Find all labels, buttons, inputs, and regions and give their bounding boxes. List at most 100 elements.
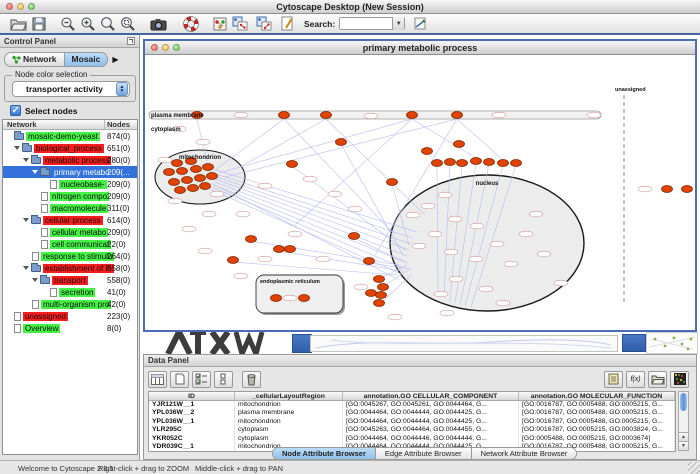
notes-icon[interactable] xyxy=(604,371,623,388)
graph-annotation-node[interactable] xyxy=(554,280,568,286)
zoom-fit-icon[interactable] xyxy=(100,15,116,32)
search-options-icon[interactable] xyxy=(413,15,427,32)
graph-annotation-node[interactable] xyxy=(412,243,426,249)
table-row[interactable]: YPL036W__2plasma membrane[GO:0044464, GO… xyxy=(149,409,675,417)
edit-network-2-icon[interactable] xyxy=(256,15,272,32)
graph-node[interactable] xyxy=(274,246,285,253)
graph-annotation-node[interactable] xyxy=(638,186,652,192)
table-row[interactable]: YKR052Ccytoplasm[GO:0044464, GO:0044446,… xyxy=(149,435,675,443)
graph-annotation-node[interactable] xyxy=(537,251,551,257)
frame-minimize-icon[interactable] xyxy=(162,44,169,51)
graph-node[interactable] xyxy=(387,179,398,186)
table-row[interactable]: YJR121W__1mitochondrion[GO:0045267, GO:0… xyxy=(149,401,675,409)
graph-edge[interactable] xyxy=(215,182,407,256)
zoom-in-icon[interactable] xyxy=(80,15,96,32)
graph-node[interactable] xyxy=(246,236,257,243)
attribute-checkbox-icon[interactable] xyxy=(214,371,233,388)
tab-overflow-arrow-icon[interactable]: ▶ xyxy=(112,55,118,64)
graph-node[interactable] xyxy=(228,257,239,264)
graph-node[interactable] xyxy=(376,292,387,299)
graph-node[interactable] xyxy=(164,169,175,176)
graph-annotation-node[interactable] xyxy=(196,139,210,145)
attr-table-header[interactable]: ID_cellularLayoutRegionannotation.GO CEL… xyxy=(149,392,675,401)
float-panel-icon[interactable] xyxy=(127,37,135,45)
graph-node[interactable] xyxy=(175,187,186,194)
expander-icon[interactable] xyxy=(23,158,29,162)
graph-annotation-node[interactable] xyxy=(440,310,454,316)
graph-annotation-node[interactable] xyxy=(158,157,172,163)
graph-node[interactable] xyxy=(195,175,206,182)
network-frame[interactable]: primary metabolic process plasma membran… xyxy=(143,39,697,332)
tree-row[interactable]: multi-organism pro42(0) xyxy=(3,298,137,310)
graph-node[interactable] xyxy=(378,284,389,291)
graph-edge[interactable] xyxy=(240,119,326,167)
search-input[interactable] xyxy=(340,18,392,29)
edit-network-1-icon[interactable] xyxy=(232,15,248,32)
graph-annotation-node[interactable] xyxy=(303,176,317,182)
frame-maximize-icon[interactable] xyxy=(173,44,180,51)
graph-annotation-node[interactable] xyxy=(234,112,248,118)
graph-annotation-node[interactable] xyxy=(469,256,483,262)
graph-node[interactable] xyxy=(188,185,199,192)
tree-row[interactable]: establishment of lo558(0) xyxy=(3,262,137,274)
graph-node[interactable] xyxy=(349,233,360,240)
graph-annotation-node[interactable] xyxy=(449,276,463,282)
maximize-icon[interactable] xyxy=(28,3,35,10)
scrollbar-thumb[interactable] xyxy=(680,393,687,411)
close-icon[interactable] xyxy=(6,3,13,10)
graph-node[interactable] xyxy=(321,112,332,119)
data-panel-header[interactable]: Data Panel xyxy=(144,355,696,367)
graph-annotation-node[interactable] xyxy=(587,112,601,118)
graph-annotation-node[interactable] xyxy=(348,206,362,212)
tree-row[interactable]: secretion41(0) xyxy=(3,286,137,298)
graph-annotation-node[interactable] xyxy=(234,273,248,279)
select-nodes-checkbox[interactable]: ✓ xyxy=(10,105,21,116)
graph-node[interactable] xyxy=(454,141,465,148)
graph-edge[interactable] xyxy=(326,119,425,215)
graph-annotation-node[interactable] xyxy=(168,198,182,204)
select-stepper-icon[interactable]: ▲▼ xyxy=(116,82,128,96)
graph-edge[interactable] xyxy=(215,119,284,170)
graph-node[interactable] xyxy=(682,186,693,193)
graph-annotation-node[interactable] xyxy=(492,112,506,118)
graph-annotation-node[interactable] xyxy=(490,241,504,247)
graph-node[interactable] xyxy=(484,159,495,166)
table-column-header[interactable]: ID xyxy=(149,392,235,400)
matrix-icon[interactable] xyxy=(670,371,689,388)
expander-icon[interactable] xyxy=(14,146,20,150)
attribute-table-icon[interactable] xyxy=(148,371,167,388)
background-window-fragment[interactable] xyxy=(292,334,312,353)
tree-row[interactable]: cellular process614(0) xyxy=(3,214,137,226)
table-column-header[interactable]: annotation.GO MOLECULAR_FUNCTION xyxy=(519,392,675,400)
graph-node[interactable] xyxy=(662,186,673,193)
window-titlebar[interactable]: Cytoscape Desktop (New Session) xyxy=(0,0,700,14)
graph-edge[interactable] xyxy=(213,173,413,238)
graph-annotation-node[interactable] xyxy=(448,216,462,222)
expander-icon[interactable] xyxy=(23,218,29,222)
tree-row[interactable]: nucleobase-209(0) xyxy=(3,178,137,190)
resize-grip[interactable] xyxy=(688,462,700,474)
scroll-up-icon[interactable]: ▲ xyxy=(679,432,688,441)
network-tree-header[interactable]: Network Nodes xyxy=(3,120,137,130)
tree-row[interactable]: transport558(0) xyxy=(3,274,137,286)
graph-annotation-node[interactable] xyxy=(316,256,330,262)
zoom-selected-region-icon[interactable] xyxy=(120,15,136,32)
graph-annotation-node[interactable] xyxy=(406,212,420,218)
graph-node[interactable] xyxy=(364,258,375,265)
select-attributes-icon[interactable] xyxy=(192,371,211,388)
tab-edge-attribute-browser[interactable]: Edge Attribute Browser xyxy=(376,448,472,459)
graph-node[interactable] xyxy=(471,158,482,165)
graph-annotation-node[interactable] xyxy=(504,261,518,267)
tree-row[interactable]: metabolic process280(0) xyxy=(3,154,137,166)
graph-node[interactable] xyxy=(422,148,433,155)
network-frame-titlebar[interactable]: primary metabolic process xyxy=(145,41,695,55)
tree-row[interactable]: biological_process651(0) xyxy=(3,142,137,154)
graph-annotation-node[interactable] xyxy=(519,231,533,237)
graph-node[interactable] xyxy=(511,160,522,167)
graph-node[interactable] xyxy=(498,160,509,167)
graph-annotation-node[interactable] xyxy=(328,191,342,197)
import-table-icon[interactable] xyxy=(648,371,667,388)
tree-row[interactable]: unassigned223(0) xyxy=(3,310,137,322)
graph-node[interactable] xyxy=(182,177,193,184)
graph-node[interactable] xyxy=(203,164,214,171)
